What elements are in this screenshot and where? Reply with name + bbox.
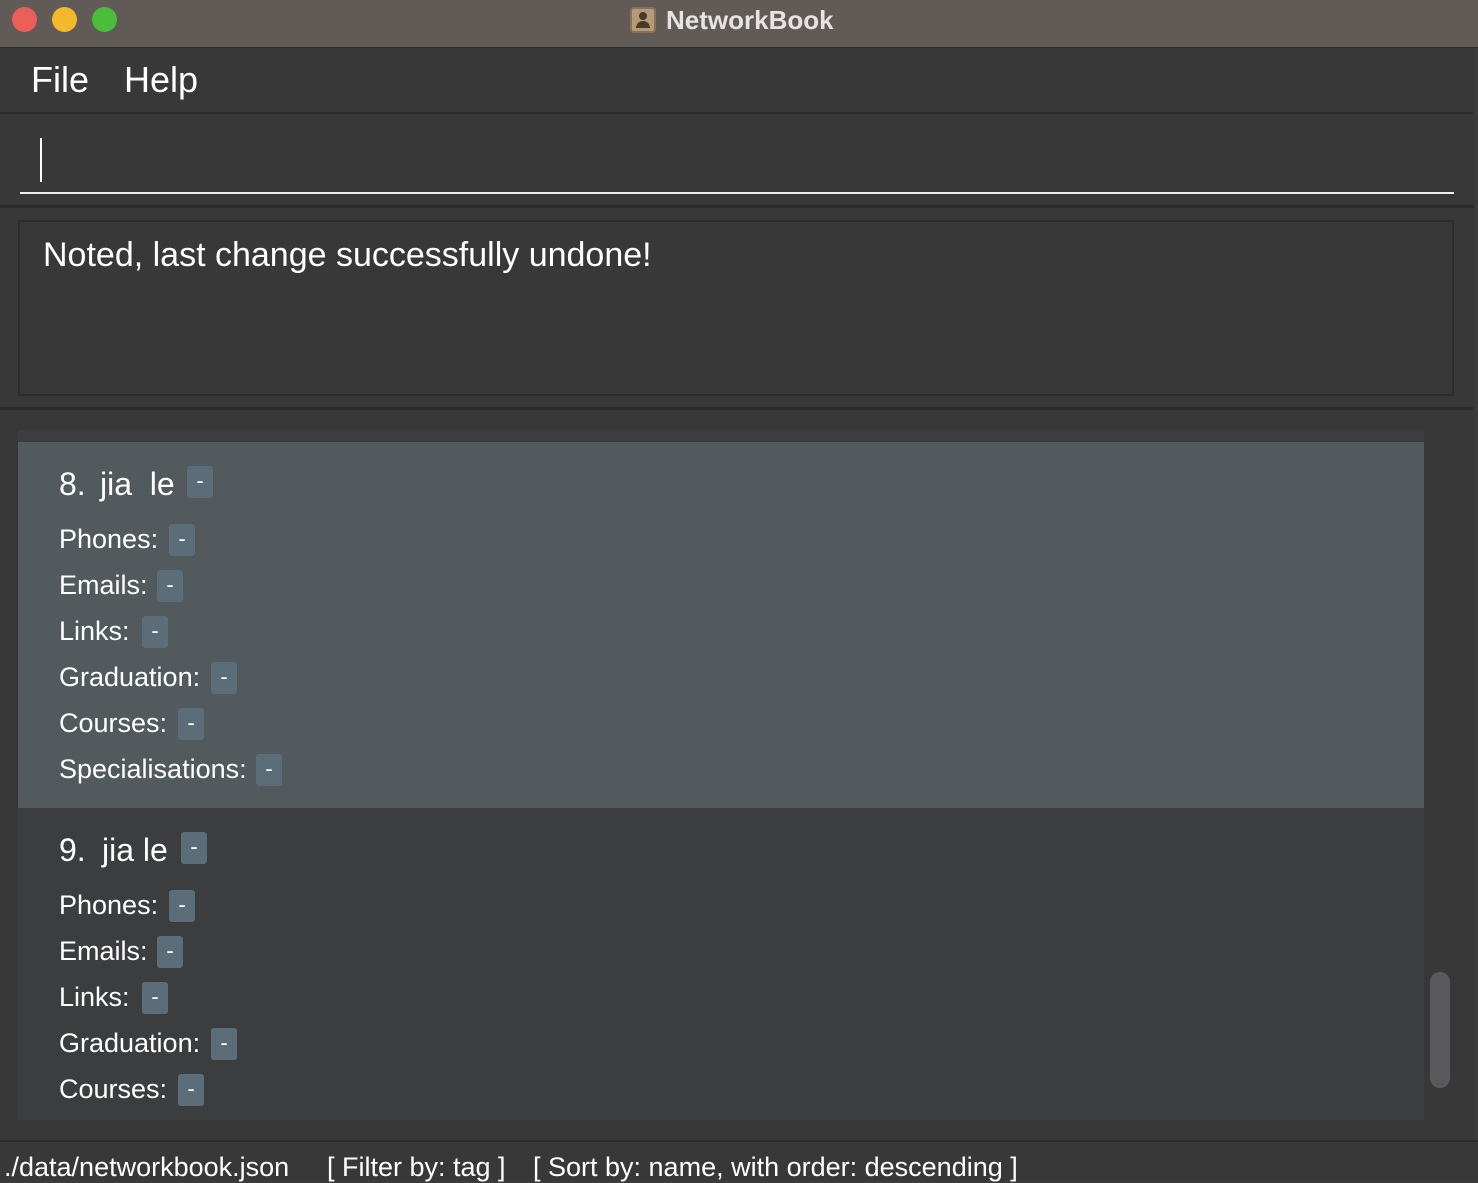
emails-label: Emails: — [59, 936, 148, 966]
phones-label: Phones: — [59, 890, 159, 920]
list-scrollbar[interactable] — [1430, 972, 1450, 1088]
filter-status: [ Filter by: tag ] — [327, 1152, 506, 1182]
person-index: 9. — [59, 832, 86, 868]
graduation-value: - — [211, 662, 237, 694]
phones-value: - — [169, 890, 195, 922]
links-value: - — [142, 616, 168, 648]
menu-help[interactable]: Help — [124, 59, 198, 101]
person-index: 8. — [59, 466, 86, 502]
person-tag: - — [181, 832, 207, 864]
menu-bar: File Help — [0, 48, 1474, 114]
result-display[interactable]: Noted, last change successfully undone! — [18, 220, 1454, 396]
menu-file[interactable]: File — [31, 59, 89, 101]
phones-value: - — [169, 524, 195, 556]
minimize-window-button[interactable] — [52, 7, 77, 32]
person-name: jia le — [102, 832, 168, 868]
graduation-value: - — [211, 1028, 237, 1060]
courses-label: Courses: — [59, 708, 168, 738]
person-card[interactable]: 9. jia le - Phones: - Emails: - Links: -… — [18, 808, 1424, 1120]
title-bar: NetworkBook — [0, 0, 1478, 48]
person-name: jia le — [100, 466, 175, 502]
window-title: NetworkBook — [666, 5, 834, 35]
status-bar: ./data/networkbook.json [ Filter by: tag… — [0, 1140, 1478, 1182]
emails-value: - — [157, 936, 183, 968]
links-label: Links: — [59, 616, 130, 646]
person-card[interactable]: 8. jia le - Phones: - Emails: - Links: -… — [18, 442, 1424, 808]
command-input[interactable] — [20, 130, 1454, 194]
close-window-button[interactable] — [12, 7, 37, 32]
links-value: - — [142, 982, 168, 1014]
graduation-label: Graduation: — [59, 662, 201, 692]
result-message: Noted, last change successfully undone! — [43, 236, 652, 274]
person-list[interactable]: 8. jia le - Phones: - Emails: - Links: -… — [18, 430, 1424, 1120]
emails-label: Emails: — [59, 570, 148, 600]
text-caret — [40, 138, 42, 182]
courses-label: Courses: — [59, 1074, 168, 1104]
person-tag: - — [187, 466, 213, 498]
phones-label: Phones: — [59, 524, 159, 554]
courses-value: - — [178, 1074, 204, 1106]
person-list-panel: 8. jia le - Phones: - Emails: - Links: -… — [0, 410, 1474, 1140]
specialisations-value: - — [256, 754, 282, 786]
sort-status: [ Sort by: name, with order: descending … — [533, 1152, 1018, 1182]
emails-value: - — [157, 570, 183, 602]
links-label: Links: — [59, 982, 130, 1012]
contacts-app-icon — [630, 7, 656, 33]
command-box — [0, 114, 1474, 208]
graduation-label: Graduation: — [59, 1028, 201, 1058]
result-display-panel: Noted, last change successfully undone! — [0, 208, 1474, 410]
courses-value: - — [178, 708, 204, 740]
save-file-path: ./data/networkbook.json — [4, 1152, 290, 1182]
specialisations-label: Specialisations: — [59, 754, 247, 784]
zoom-window-button[interactable] — [92, 7, 117, 32]
